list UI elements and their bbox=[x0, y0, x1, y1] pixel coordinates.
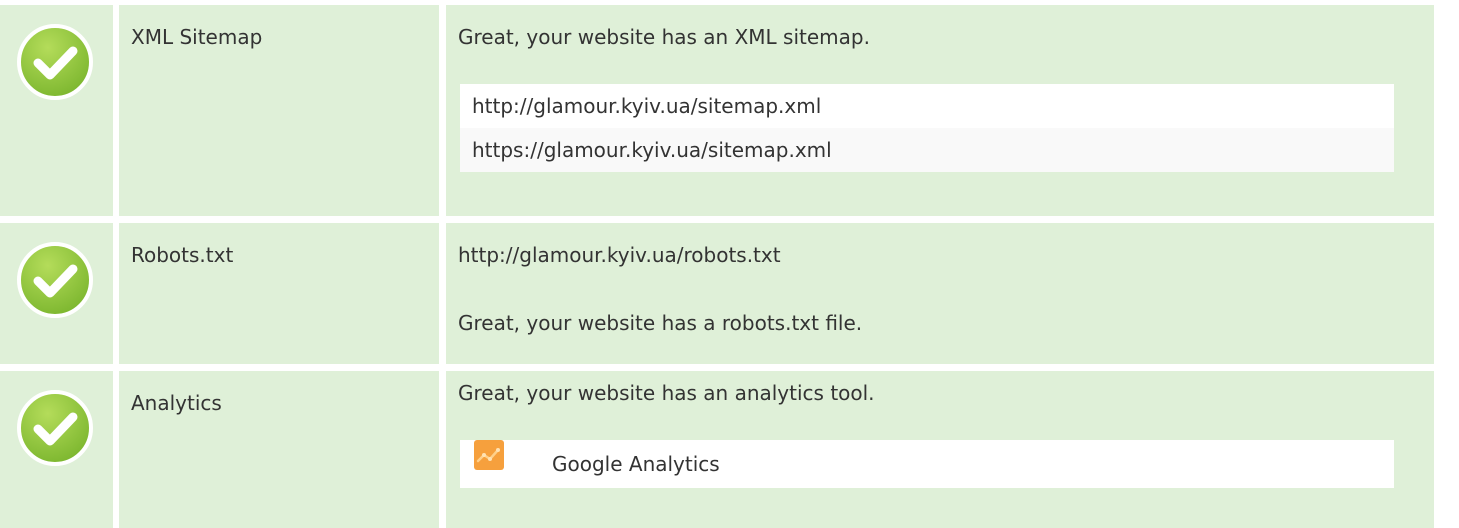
check-circle-icon bbox=[17, 390, 93, 466]
check-circle-icon bbox=[17, 24, 93, 100]
sitemap-link[interactable]: https://glamour.kyiv.ua/sitemap.xml bbox=[460, 128, 1394, 172]
google-analytics-icon bbox=[474, 440, 504, 470]
check-message: Great, your website has an XML sitemap. bbox=[458, 25, 870, 49]
robots-url[interactable]: http://glamour.kyiv.ua/robots.txt bbox=[458, 241, 781, 269]
check-content-cell: http://glamour.kyiv.ua/robots.txt Great,… bbox=[446, 223, 1434, 364]
status-cell bbox=[0, 5, 113, 216]
check-label-cell: XML Sitemap bbox=[119, 5, 439, 216]
check-label-cell: Robots.txt bbox=[119, 223, 439, 364]
analytics-tool-item: Google Analytics bbox=[460, 440, 1394, 488]
check-content-cell: Great, your website has an XML sitemap. … bbox=[446, 5, 1434, 216]
check-row-xml-sitemap: XML Sitemap Great, your website has an X… bbox=[0, 5, 1434, 216]
check-label: Robots.txt bbox=[131, 243, 234, 267]
check-message: Great, your website has a robots.txt fil… bbox=[458, 311, 863, 335]
check-label-cell: Analytics bbox=[119, 371, 439, 528]
check-label: XML Sitemap bbox=[131, 25, 263, 49]
status-cell bbox=[0, 371, 113, 528]
check-message: Great, your website has an analytics too… bbox=[458, 381, 875, 405]
check-row-analytics: Analytics Great, your website has an ana… bbox=[0, 371, 1434, 528]
check-content-cell: Great, your website has an analytics too… bbox=[446, 371, 1434, 528]
check-circle-icon bbox=[17, 242, 93, 318]
sitemap-link[interactable]: http://glamour.kyiv.ua/sitemap.xml bbox=[460, 84, 1394, 128]
check-label: Analytics bbox=[131, 391, 222, 415]
sitemap-list: http://glamour.kyiv.ua/sitemap.xml https… bbox=[460, 84, 1394, 172]
check-row-robots-txt: Robots.txt http://glamour.kyiv.ua/robots… bbox=[0, 223, 1434, 364]
analytics-tool-name: Google Analytics bbox=[552, 452, 720, 476]
status-cell bbox=[0, 223, 113, 364]
